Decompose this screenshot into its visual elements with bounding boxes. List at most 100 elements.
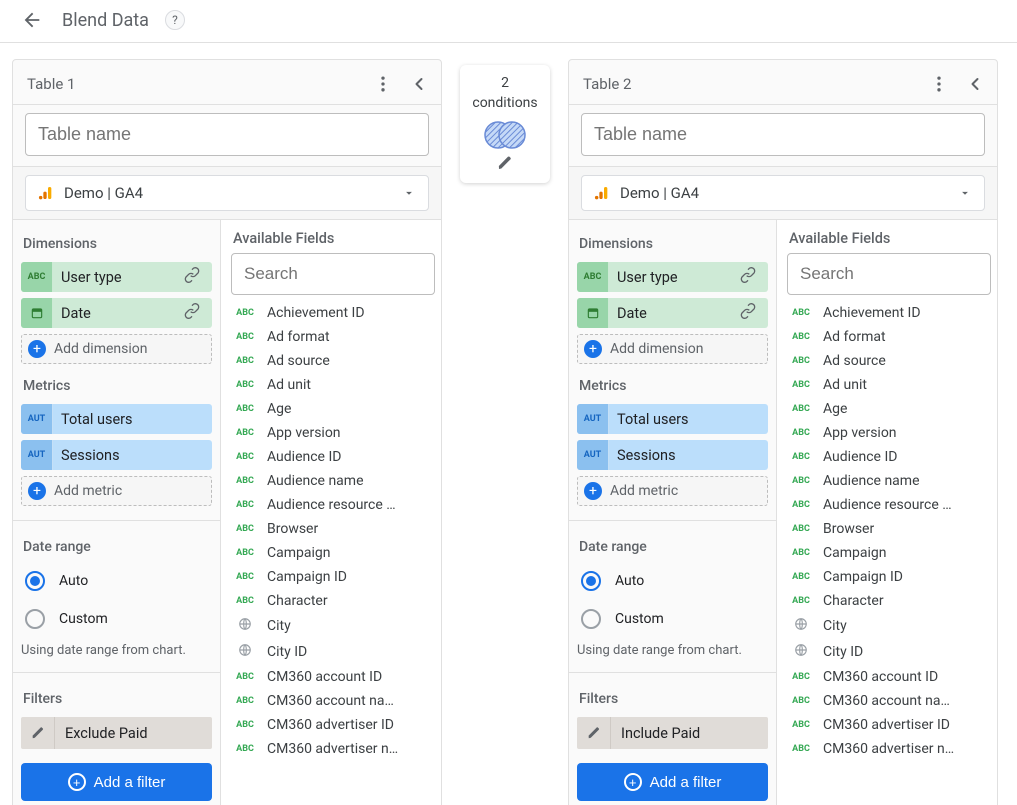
available-field-item[interactable]: ABCAd unit [787, 373, 989, 397]
available-field-item[interactable]: ABCAudience resource … [231, 493, 433, 517]
filter-label: Include Paid [611, 725, 710, 742]
metric-chip[interactable]: AUT Total users [21, 404, 212, 434]
available-field-item[interactable]: ABCAd format [231, 325, 433, 349]
dimension-label: Date [609, 305, 734, 322]
table1-field-search-input[interactable] [231, 253, 435, 295]
available-field-item[interactable]: ABCBrowser [787, 517, 989, 541]
abc-icon: ABC [577, 262, 609, 292]
daterange-auto-radio[interactable]: Auto [577, 565, 768, 597]
available-field-item[interactable]: ABCAudience ID [231, 445, 433, 469]
available-field-item[interactable]: ABCCM360 advertiser ID [231, 713, 433, 737]
field-name: Ad unit [823, 377, 867, 393]
filter-chip[interactable]: Exclude Paid [21, 717, 212, 749]
help-button[interactable]: ? [165, 10, 185, 30]
metric-chip[interactable]: AUT Sessions [21, 440, 212, 470]
join-config-card[interactable]: 2 conditions [460, 65, 550, 183]
daterange-custom-radio[interactable]: Custom [21, 603, 212, 635]
table1-datasource-select[interactable]: Demo | GA4 [25, 175, 429, 211]
ga-logo-icon [594, 184, 610, 202]
daterange-auto-radio[interactable]: Auto [21, 565, 212, 597]
available-field-item[interactable]: ABCBrowser [231, 517, 433, 541]
table2-datasource-select[interactable]: Demo | GA4 [581, 175, 985, 211]
available-field-item[interactable]: ABCAd source [787, 349, 989, 373]
table2-field-search-input[interactable] [787, 253, 991, 295]
add-filter-button[interactable]: + Add a filter [577, 763, 768, 801]
abc-icon: ABC [233, 476, 257, 486]
available-field-item[interactable]: City [231, 613, 433, 639]
available-field-item[interactable]: ABCAchievement ID [231, 301, 433, 325]
filter-chip[interactable]: Include Paid [577, 717, 768, 749]
table1-name-input[interactable] [25, 113, 429, 156]
dimension-chip[interactable]: ABC User type [21, 262, 212, 292]
metric-label: Sessions [53, 447, 206, 464]
available-field-item[interactable]: City [787, 613, 989, 639]
available-field-item[interactable]: ABCCampaign [231, 541, 433, 565]
available-field-item[interactable]: ABCCM360 account na… [787, 689, 989, 713]
abc-icon: ABC [233, 596, 257, 606]
field-name: Campaign ID [267, 569, 347, 585]
table2-field-list[interactable]: ABCAchievement IDABCAd formatABCAd sourc… [787, 301, 991, 761]
metric-chip[interactable]: AUT Total users [577, 404, 768, 434]
metric-chip[interactable]: AUT Sessions [577, 440, 768, 470]
available-field-item[interactable]: ABC Character [231, 589, 433, 613]
back-button[interactable] [18, 6, 46, 34]
dimension-chip[interactable]: Date [21, 298, 212, 328]
abc-icon: ABC [233, 744, 257, 754]
venn-icon [481, 119, 529, 151]
available-field-item[interactable]: ABCAd unit [231, 373, 433, 397]
available-field-item[interactable]: ABCCM360 advertiser n… [231, 737, 433, 761]
available-field-item[interactable]: ABCCM360 account ID [231, 665, 433, 689]
available-field-item[interactable]: ABCAudience name [231, 469, 433, 493]
dimension-chip[interactable]: Date [577, 298, 768, 328]
table1-field-list[interactable]: ABCAchievement IDABCAd formatABCAd sourc… [231, 301, 435, 761]
field-name: CM360 advertiser n… [823, 741, 954, 757]
abc-icon: ABC [233, 672, 257, 682]
add-filter-label: Add a filter [650, 774, 722, 791]
available-field-item[interactable]: ABCAge [787, 397, 989, 421]
available-field-item[interactable]: ABCAchievement ID [787, 301, 989, 325]
available-field-item[interactable]: ABCCM360 account ID [787, 665, 989, 689]
date-icon [21, 298, 53, 328]
available-field-item[interactable]: ABCAudience resource … [787, 493, 989, 517]
dimension-chip[interactable]: ABC User type [577, 262, 768, 292]
table1-more-button[interactable] [369, 70, 397, 98]
field-name: CM360 advertiser ID [267, 717, 394, 733]
add-metric-button[interactable]: + Add metric [577, 476, 768, 506]
field-name: Browser [267, 521, 318, 537]
available-field-item[interactable]: ABCAudience name [787, 469, 989, 493]
table2-collapse-button[interactable] [961, 70, 989, 98]
radio-auto-label: Auto [59, 573, 88, 589]
field-name: Audience resource … [823, 497, 952, 513]
available-field-item[interactable]: ABCCM360 advertiser ID [787, 713, 989, 737]
table2-more-button[interactable] [925, 70, 953, 98]
add-metric-button[interactable]: + Add metric [21, 476, 212, 506]
daterange-custom-radio[interactable]: Custom [577, 603, 768, 635]
add-filter-button[interactable]: + Add a filter [21, 763, 212, 801]
available-field-item[interactable]: ABCCM360 account na… [231, 689, 433, 713]
available-field-item[interactable]: ABCApp version [787, 421, 989, 445]
available-field-item[interactable]: City ID [231, 639, 433, 665]
available-field-item[interactable]: ABCAudience ID [787, 445, 989, 469]
radio-unselected-icon [581, 609, 601, 629]
field-name: Character [267, 593, 328, 609]
available-field-item[interactable]: ABCAd format [787, 325, 989, 349]
field-name: Audience ID [267, 449, 341, 465]
available-field-item[interactable]: ABCCampaign [787, 541, 989, 565]
available-field-item[interactable]: City ID [787, 639, 989, 665]
available-field-item[interactable]: ABCCharacter [787, 589, 989, 613]
table1-label: Table 1 [27, 75, 361, 93]
abc-icon: ABC [233, 548, 257, 558]
daterange-note: Using date range from chart. [21, 643, 212, 658]
available-field-item[interactable]: ABCCampaign ID [231, 565, 433, 589]
abc-icon: ABC [789, 548, 813, 558]
add-dimension-button[interactable]: + Add dimension [577, 334, 768, 364]
available-field-item[interactable]: ABCAd source [231, 349, 433, 373]
add-dimension-button[interactable]: + Add dimension [21, 334, 212, 364]
table1-collapse-button[interactable] [405, 70, 433, 98]
available-field-item[interactable]: ABCCM360 advertiser n… [787, 737, 989, 761]
table1-config: Dimensions ABC User type Date [13, 220, 221, 805]
available-field-item[interactable]: ABCAge [231, 397, 433, 421]
available-field-item[interactable]: ABCApp version [231, 421, 433, 445]
table2-name-input[interactable] [581, 113, 985, 156]
available-field-item[interactable]: ABCCampaign ID [787, 565, 989, 589]
